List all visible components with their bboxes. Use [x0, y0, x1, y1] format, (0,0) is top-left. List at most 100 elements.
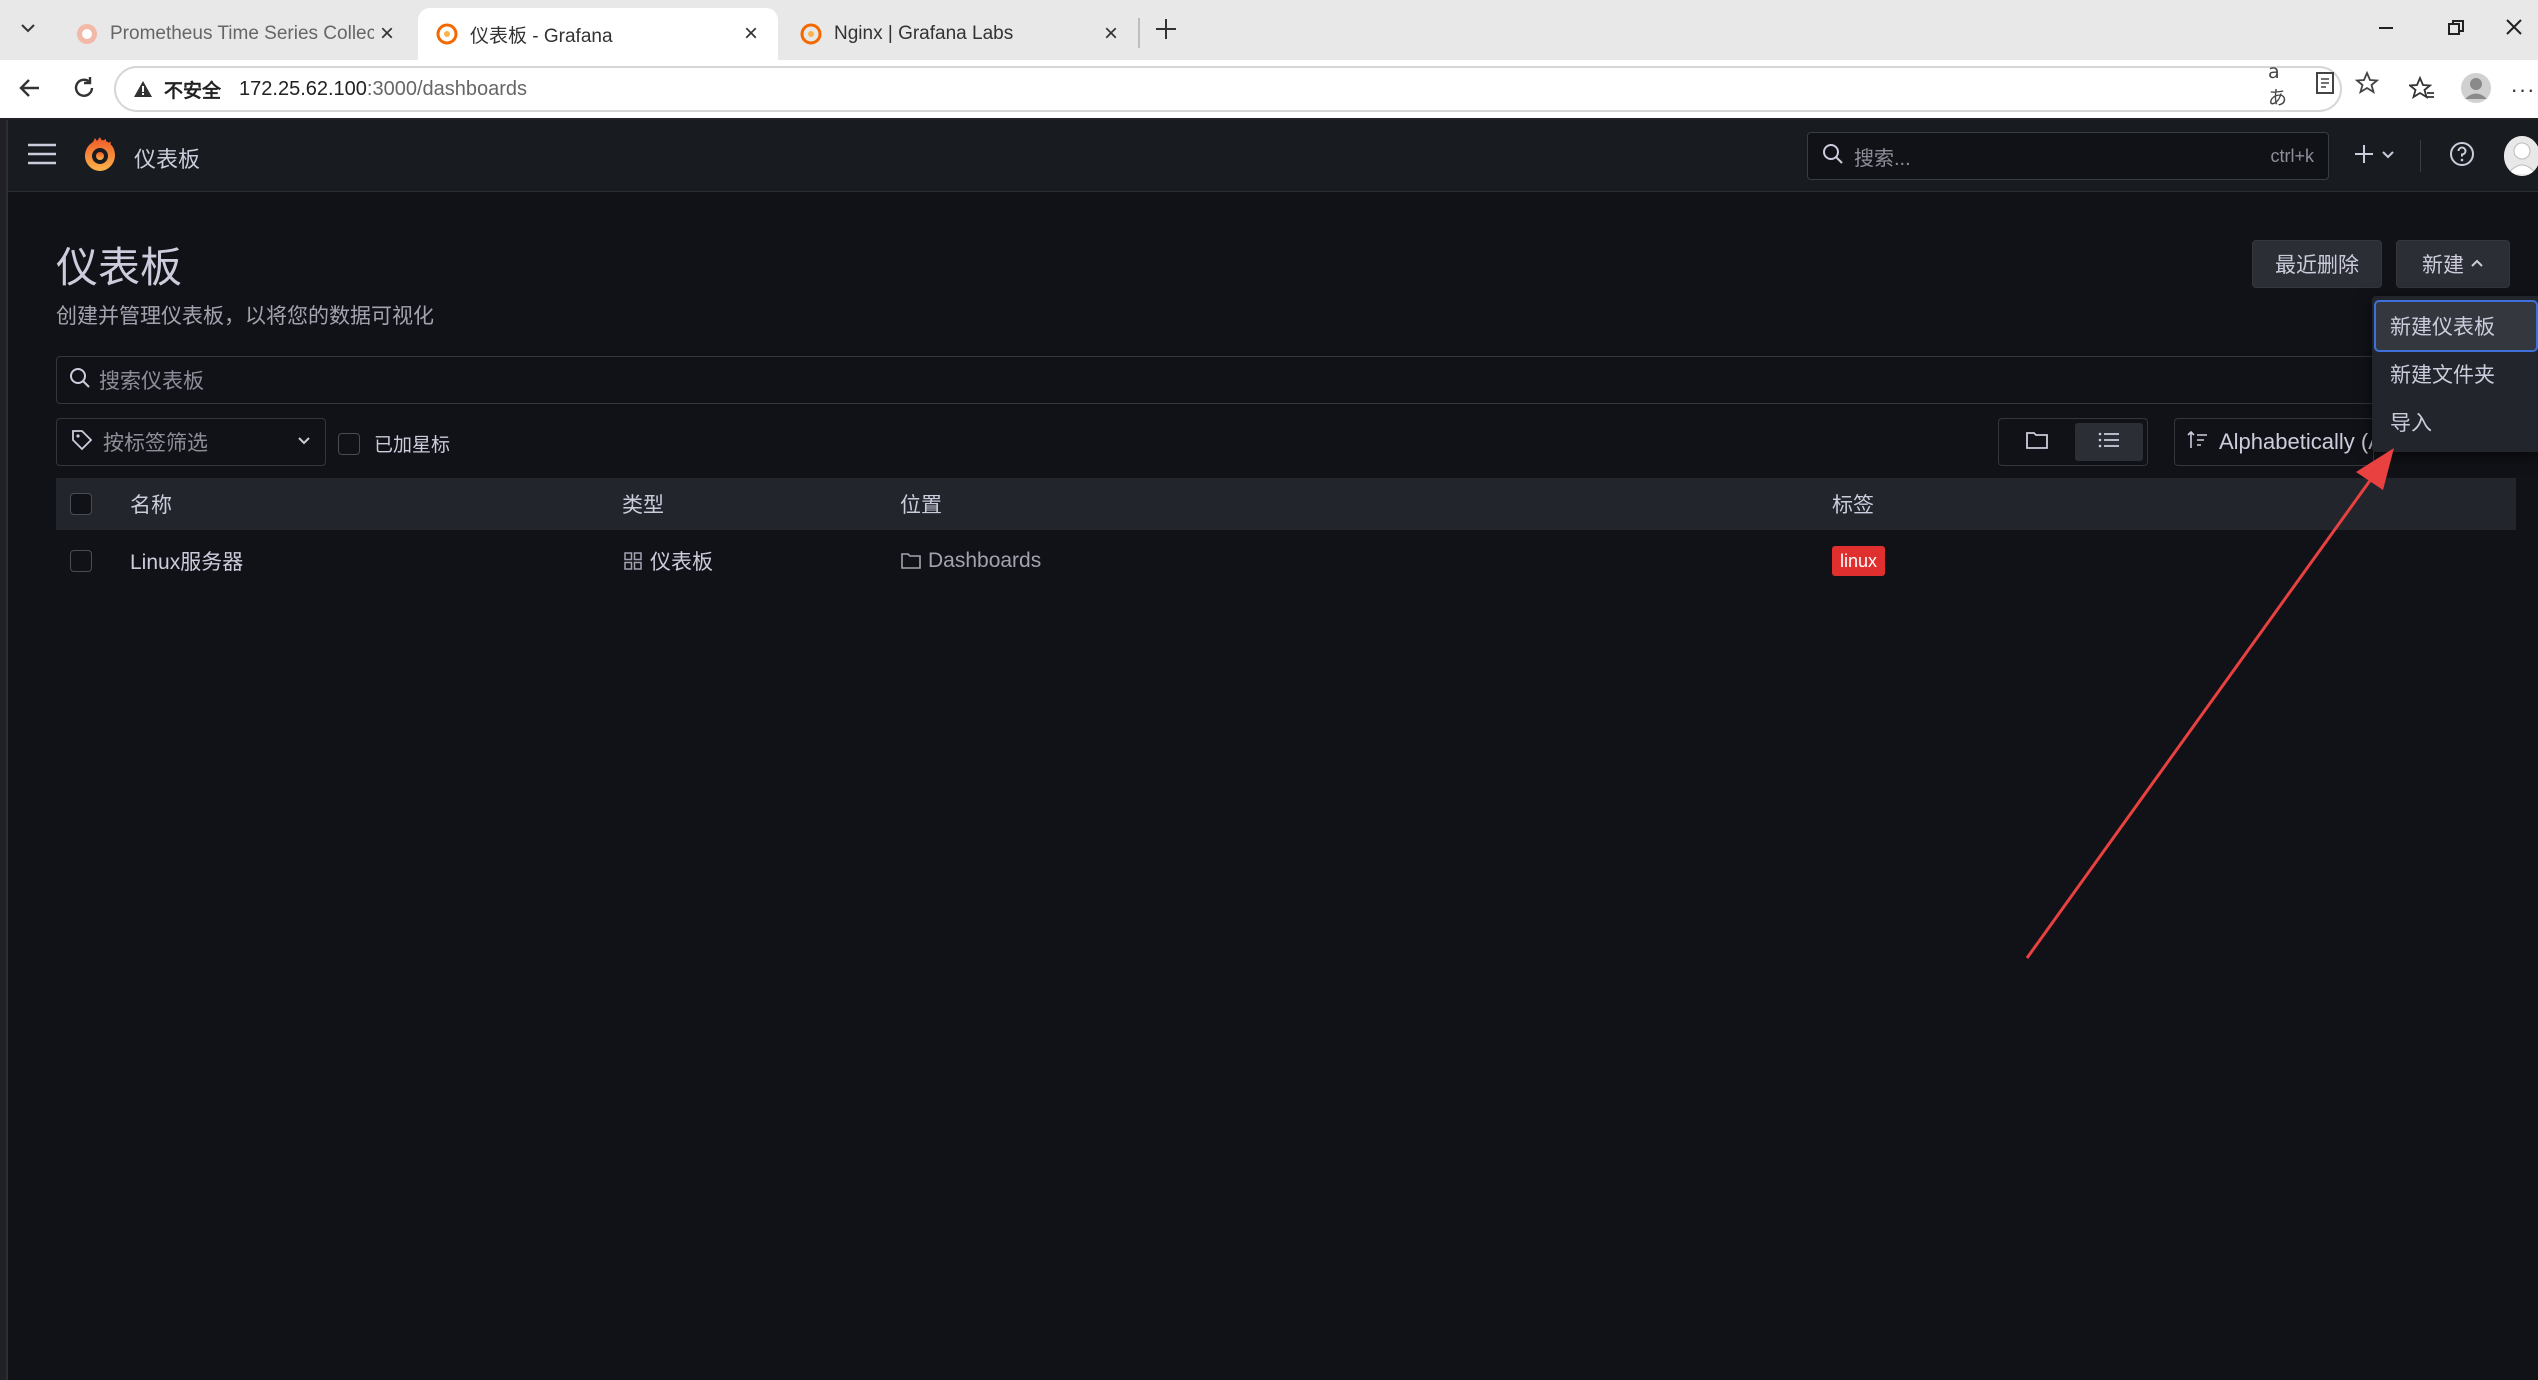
arrow-left-icon: [17, 75, 43, 106]
recently-deleted-button[interactable]: 最近删除: [2252, 240, 2382, 288]
tag-filter-placeholder: 按标签筛选: [103, 432, 208, 455]
minimize-button[interactable]: [2362, 12, 2410, 48]
apps-grid-icon: [622, 550, 644, 572]
tab-divider: [1138, 18, 1140, 48]
browser-toolbar: 不安全 172.25.62.100 :3000/dashboards aあ ··…: [0, 60, 2538, 118]
search-icon: [1822, 143, 1844, 170]
close-window-button[interactable]: [2490, 12, 2538, 48]
sort-select[interactable]: Alphabetically (A–Z): [2174, 418, 2374, 466]
restore-icon: [2447, 16, 2465, 44]
view-mode-toggle: [1998, 418, 2148, 466]
search-shortcut: ctrl+k: [2270, 145, 2314, 166]
close-icon: [2504, 16, 2524, 44]
chevron-down-icon: [297, 433, 311, 452]
user-avatar[interactable]: [2504, 136, 2538, 176]
help-circle-icon: [2449, 141, 2475, 172]
warning-icon: [132, 78, 154, 100]
dashboard-location-cell: Dashboards: [900, 536, 1041, 586]
add-new-button[interactable]: [2346, 138, 2402, 174]
new-dashboard-menu-item[interactable]: 新建仪表板: [2376, 302, 2536, 350]
nav-divider: [2420, 140, 2421, 172]
star-icon: [2354, 70, 2380, 100]
tag-badge[interactable]: linux: [1832, 546, 1886, 576]
new-dropdown-button[interactable]: 新建: [2396, 240, 2510, 288]
url-host: 172.25.62.100: [239, 77, 367, 100]
browser-tab-bar: Prometheus Time Series Collection × 仪表板 …: [0, 0, 2538, 60]
grafana-logo-icon[interactable]: [80, 136, 120, 176]
dashboard-tags-cell: linux: [1832, 536, 1886, 586]
import-menu-item[interactable]: 导入: [2376, 398, 2536, 446]
new-folder-menu-item[interactable]: 新建文件夹: [2376, 350, 2536, 398]
tab-grafana-dashboards[interactable]: 仪表板 - Grafana ×: [418, 8, 778, 60]
select-all-checkbox[interactable]: [70, 493, 92, 515]
column-location: 位置: [900, 494, 942, 517]
list-view-button[interactable]: [2075, 423, 2143, 461]
list-icon: [2097, 430, 2121, 455]
page-subtitle: 创建并管理仪表板，以将您的数据可视化: [56, 305, 434, 328]
dashboard-name-link[interactable]: Linux服务器: [130, 536, 243, 586]
tab-title: Nginx | Grafana Labs: [834, 23, 1014, 44]
column-name[interactable]: 名称: [130, 478, 172, 530]
favorites-button[interactable]: [2404, 72, 2440, 108]
translate-button[interactable]: aあ: [2268, 61, 2298, 109]
plus-icon: [1153, 12, 1179, 51]
close-tab-icon[interactable]: ×: [1098, 20, 1124, 47]
breadcrumb[interactable]: 仪表板: [134, 142, 200, 174]
search-placeholder: 搜索仪表板: [99, 370, 204, 393]
hamburger-menu-icon: [27, 143, 57, 170]
dashboard-type-cell: 仪表板: [622, 536, 713, 586]
bookmark-button[interactable]: [2352, 70, 2382, 100]
dashboard-search-input[interactable]: 搜索仪表板: [56, 356, 2516, 404]
url-path: :3000/dashboards: [366, 77, 528, 100]
help-button[interactable]: [2444, 138, 2480, 174]
search-placeholder: 搜索...: [1854, 147, 1911, 170]
more-horizontal-icon: ···: [2510, 77, 2536, 102]
browser-menu-button[interactable]: ···: [2508, 72, 2538, 108]
close-tab-icon[interactable]: ×: [374, 20, 400, 47]
favorites-star-icon: [2407, 75, 2435, 106]
dashboard-location-label: Dashboards: [928, 549, 1042, 572]
address-bar[interactable]: 不安全 172.25.62.100 :3000/dashboards: [114, 66, 2342, 112]
dashboard-type-label: 仪表板: [650, 551, 713, 574]
tag-filter-select[interactable]: 按标签筛选: [56, 418, 326, 466]
grafana-top-nav: 仪表板 搜索... ctrl+k: [8, 120, 2538, 192]
security-status[interactable]: 不安全: [164, 76, 221, 103]
starred-filter[interactable]: 已加星标: [338, 430, 450, 457]
new-tab-button[interactable]: [1148, 14, 1184, 48]
global-search-input[interactable]: 搜索... ctrl+k: [1807, 132, 2329, 180]
tag-icon: [71, 429, 93, 456]
back-button[interactable]: [12, 72, 48, 108]
chevron-down-icon: [2381, 147, 2395, 166]
sort-label: Alphabetically (A–Z): [2219, 429, 2373, 454]
sort-ascending-icon: [2187, 430, 2209, 455]
starred-checkbox[interactable]: [338, 432, 360, 455]
prometheus-favicon-icon: [76, 23, 98, 45]
table-header: 名称 类型 位置 标签: [56, 478, 2516, 530]
profile-button[interactable]: [2458, 72, 2494, 108]
grafana-favicon-icon: [436, 23, 458, 45]
search-icon: [69, 367, 91, 394]
minimize-icon: [2377, 16, 2395, 44]
folder-view-button[interactable]: [2003, 423, 2071, 461]
reload-button[interactable]: [66, 72, 102, 108]
tab-title: Prometheus Time Series Collection: [110, 23, 374, 44]
new-button-label: 新建: [2422, 254, 2464, 277]
tab-prometheus[interactable]: Prometheus Time Series Collection ×: [58, 8, 414, 60]
folder-icon: [900, 550, 922, 572]
tab-search-button[interactable]: [10, 13, 46, 47]
select-all-cell: [70, 478, 92, 530]
tab-nginx-grafana-labs[interactable]: Nginx | Grafana Labs ×: [782, 8, 1138, 60]
chevron-up-icon: [2470, 252, 2484, 276]
folder-icon: [2025, 430, 2049, 455]
menu-toggle-button[interactable]: [26, 140, 58, 172]
restore-button[interactable]: [2432, 12, 2480, 48]
reading-mode-button[interactable]: [2310, 70, 2340, 100]
reload-icon: [71, 75, 97, 106]
grafana-app: 仪表板 搜索... ctrl+k 仪表板 创建并管理仪表板，以将您的数据可视化 …: [6, 120, 2538, 1380]
grafana-favicon-icon: [800, 23, 822, 45]
tab-title: 仪表板 - Grafana: [470, 25, 613, 47]
document-icon: [2315, 71, 2335, 100]
row-checkbox[interactable]: [70, 550, 92, 572]
user-avatar-icon: [2460, 72, 2492, 109]
close-tab-icon[interactable]: ×: [738, 20, 764, 47]
